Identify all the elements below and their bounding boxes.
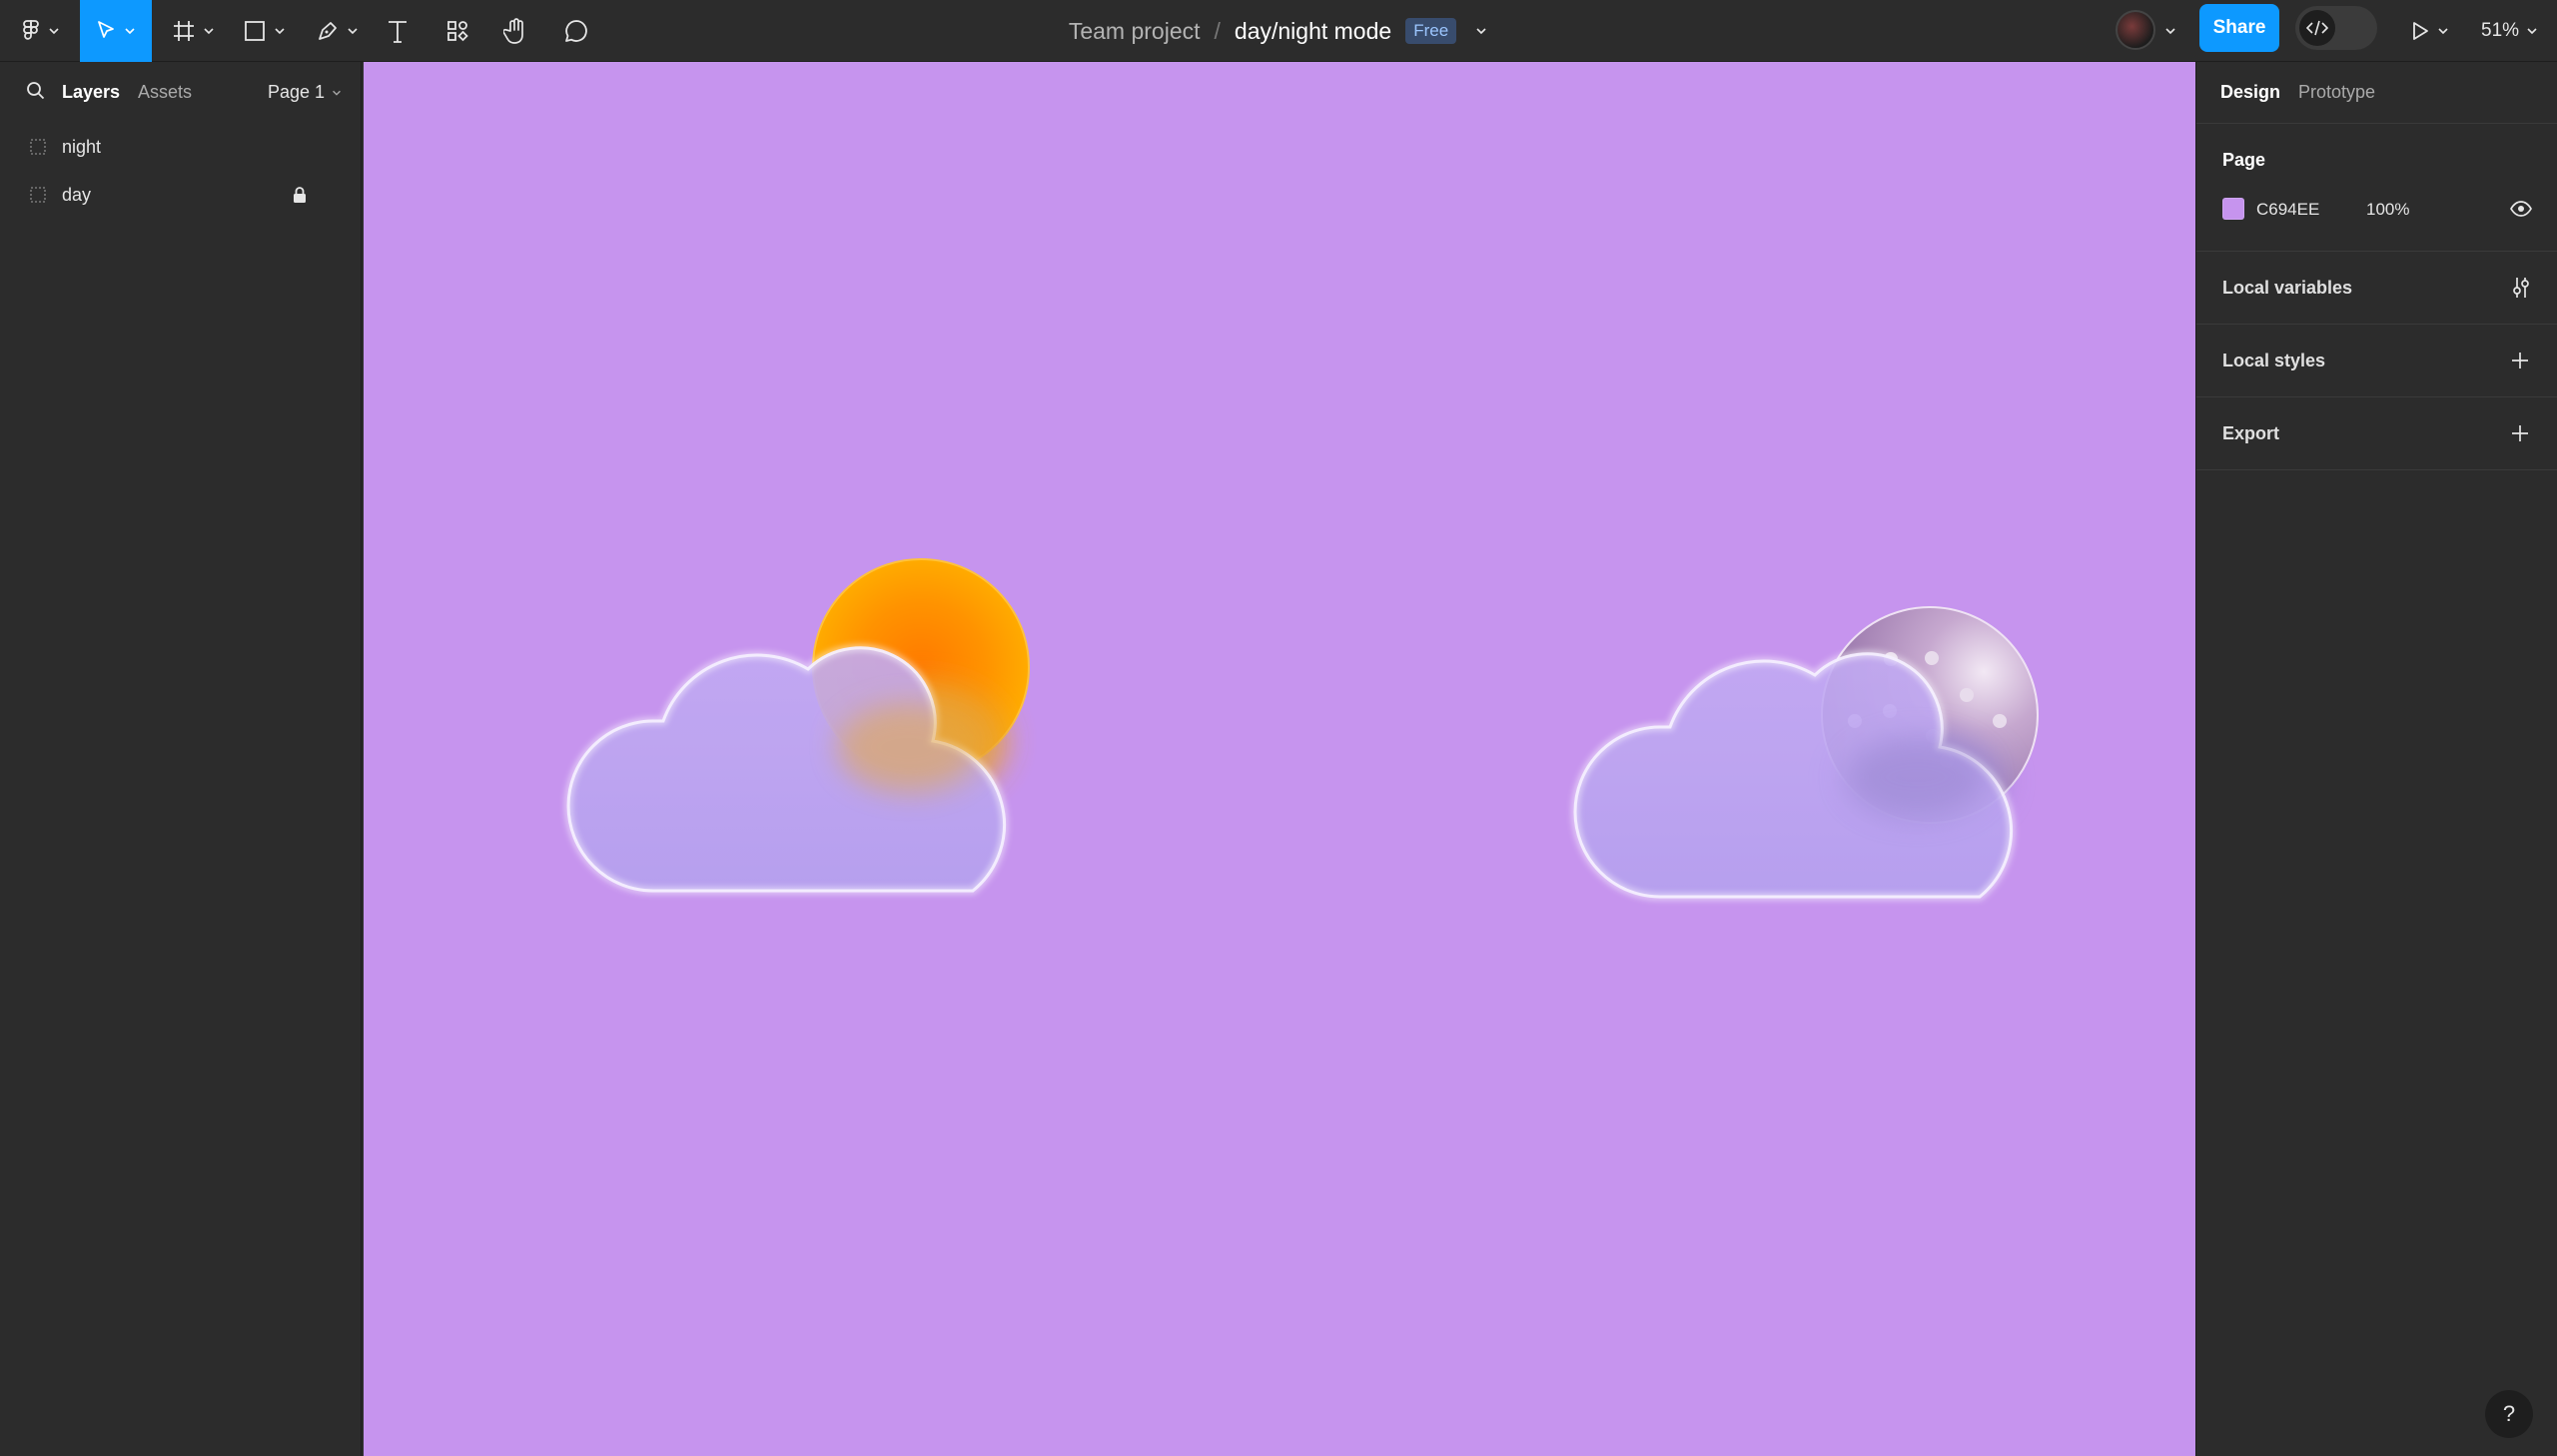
design-panel-tabs: Design Prototype: [2196, 62, 2557, 124]
plus-icon[interactable]: [2510, 423, 2530, 443]
chevron-down-icon: [125, 28, 135, 35]
zoom-level: 51%: [2481, 20, 2520, 41]
move-tool-button[interactable]: [80, 0, 152, 62]
layer-item-night[interactable]: night: [0, 124, 362, 170]
toolbar: Team project / day/night mode Free Share…: [0, 0, 2557, 62]
comment-tool-button[interactable]: [557, 0, 595, 62]
tab-prototype[interactable]: Prototype: [2298, 82, 2375, 103]
layers-panel: Layers Assets Page 1 night day: [0, 62, 362, 1456]
frame-tool-button[interactable]: [168, 0, 220, 62]
figma-logo-icon: [23, 20, 39, 40]
present-button[interactable]: [2405, 0, 2455, 62]
avatar[interactable]: [2116, 10, 2155, 50]
local-variables-section[interactable]: Local variables: [2196, 252, 2557, 325]
local-variables-label: Local variables: [2222, 278, 2353, 298]
frame-icon: [30, 139, 46, 155]
day-cloud-with-sun[interactable]: [564, 558, 1030, 895]
export-section[interactable]: Export: [2196, 397, 2557, 470]
plan-badge[interactable]: Free: [1405, 18, 1457, 44]
design-panel: Design Prototype Page C694EE 100% Local …: [2195, 62, 2557, 1456]
tab-assets[interactable]: Assets: [138, 82, 192, 103]
chevron-down-icon: [2438, 28, 2448, 35]
text-icon: [389, 21, 407, 43]
page-section-title: Page: [2222, 150, 2266, 170]
layers-panel-header: Layers Assets Page 1: [0, 62, 362, 122]
shape-tool-button[interactable]: [238, 0, 292, 62]
breadcrumb-separator: /: [1214, 17, 1221, 44]
main-menu-button[interactable]: [18, 0, 64, 62]
play-icon: [2413, 22, 2428, 40]
page-color-hex[interactable]: C694EE: [2256, 200, 2319, 220]
chevron-down-icon: [2527, 28, 2537, 35]
chevron-down-icon: [49, 28, 59, 35]
page-selector[interactable]: Page 1: [268, 82, 343, 103]
layer-item-day[interactable]: day: [0, 172, 362, 218]
rectangle-icon: [245, 21, 265, 41]
frame-icon: [30, 187, 46, 203]
page-color-swatch[interactable]: [2222, 198, 2244, 220]
hand-tool-button[interactable]: [497, 0, 535, 62]
chevron-down-icon: [204, 28, 214, 35]
local-styles-section[interactable]: Local styles: [2196, 325, 2557, 397]
tab-design[interactable]: Design: [2220, 82, 2280, 103]
plus-icon[interactable]: [2510, 351, 2530, 370]
page-opacity[interactable]: 100%: [2366, 200, 2409, 220]
lock-icon[interactable]: [292, 186, 308, 204]
zoom-control[interactable]: 51%: [2481, 0, 2539, 62]
eye-icon[interactable]: [2510, 200, 2532, 218]
frame-icon: [174, 21, 194, 41]
chevron-down-icon[interactable]: [2163, 24, 2177, 38]
hand-icon: [503, 18, 523, 44]
layer-name: day: [62, 184, 92, 205]
chevron-down-icon: [333, 90, 341, 96]
cursor-icon: [98, 21, 114, 38]
local-styles-label: Local styles: [2222, 351, 2326, 370]
tab-layers[interactable]: Layers: [62, 82, 120, 103]
text-tool-button[interactable]: [380, 0, 416, 62]
resources-button[interactable]: [439, 0, 475, 62]
design-canvas[interactable]: [364, 62, 2195, 1456]
chevron-down-icon: [275, 28, 285, 35]
search-icon[interactable]: [26, 81, 46, 101]
code-icon: [2299, 10, 2335, 46]
project-name[interactable]: Team project: [1069, 18, 1201, 45]
dev-mode-toggle[interactable]: [2295, 6, 2377, 50]
components-icon: [447, 21, 468, 42]
variables-settings-icon[interactable]: [2510, 276, 2532, 300]
export-label: Export: [2222, 423, 2280, 443]
canvas-artwork: [564, 558, 2039, 901]
chevron-down-icon: [348, 28, 358, 35]
night-cloud-with-moon[interactable]: [1571, 606, 2039, 901]
chevron-down-icon[interactable]: [1474, 24, 1488, 38]
page-section: Page C694EE 100%: [2196, 124, 2557, 252]
page-selector-label: Page 1: [268, 82, 326, 102]
share-button[interactable]: Share: [2199, 4, 2279, 52]
layer-name: night: [62, 136, 102, 157]
help-button[interactable]: ?: [2485, 1390, 2533, 1438]
file-name[interactable]: day/night mode: [1235, 18, 1391, 45]
pen-tool-button[interactable]: [312, 0, 364, 62]
pen-icon: [319, 22, 337, 40]
comment-icon: [565, 20, 587, 42]
